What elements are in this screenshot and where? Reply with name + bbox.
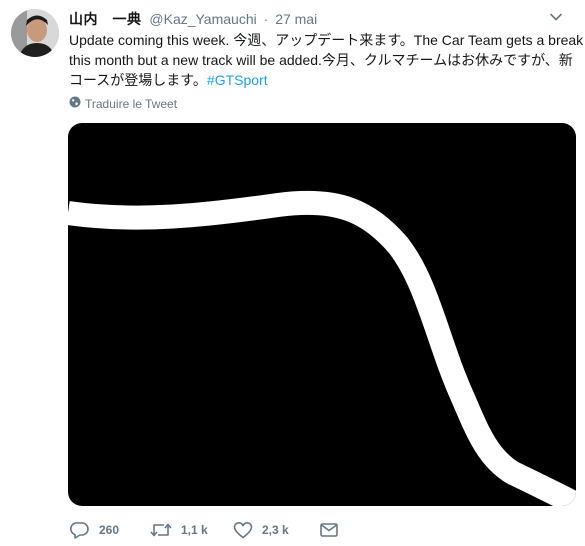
chevron-down-icon[interactable] — [549, 10, 563, 24]
like-action[interactable]: 2,3 k — [233, 521, 319, 539]
reply-action[interactable]: 260 — [70, 521, 150, 539]
separator: · — [263, 11, 269, 27]
message-action[interactable] — [319, 521, 339, 539]
avatar[interactable] — [11, 9, 59, 57]
retweet-icon — [150, 521, 172, 539]
like-count: 2,3 k — [262, 523, 289, 537]
tweet-text-line-1: Update coming this week. 今週、アップデート来ます。Th… — [69, 32, 584, 48]
reply-count: 260 — [99, 523, 120, 537]
author-name[interactable]: 山内 一典 — [69, 11, 142, 27]
envelope-icon — [319, 521, 339, 539]
tweet-text-line-3: コースが登場します。#GTSport — [69, 70, 579, 90]
tweet-actions: 260 1,1 k 2,3 k — [70, 519, 339, 541]
tweet-header: 山内 一典 @Kaz_Yamauchi · 27 mai — [69, 10, 317, 28]
tweet-media-image[interactable] — [68, 123, 576, 506]
tweet: 山内 一典 @Kaz_Yamauchi · 27 mai Update comi… — [0, 0, 585, 546]
translate-tweet-link[interactable]: Traduire le Tweet — [69, 96, 177, 112]
retweet-action[interactable]: 1,1 k — [150, 521, 233, 539]
globe-icon — [69, 96, 85, 112]
tweet-text: Update coming this week. 今週、アップデート来ます。Th… — [69, 30, 584, 90]
retweet-count: 1,1 k — [181, 523, 208, 537]
reply-icon — [70, 521, 90, 539]
heart-icon — [233, 521, 253, 539]
tweet-text-line-3-prefix: コースが登場します。 — [69, 72, 207, 88]
author-handle[interactable]: @Kaz_Yamauchi — [149, 11, 256, 27]
translate-label: Traduire le Tweet — [85, 97, 178, 111]
tweet-text-line-2: this month but a new track will be added… — [69, 52, 573, 68]
tweet-date[interactable]: 27 mai — [275, 11, 317, 27]
hashtag-link[interactable]: #GTSport — [207, 72, 268, 88]
track-line-drawing — [68, 190, 576, 506]
